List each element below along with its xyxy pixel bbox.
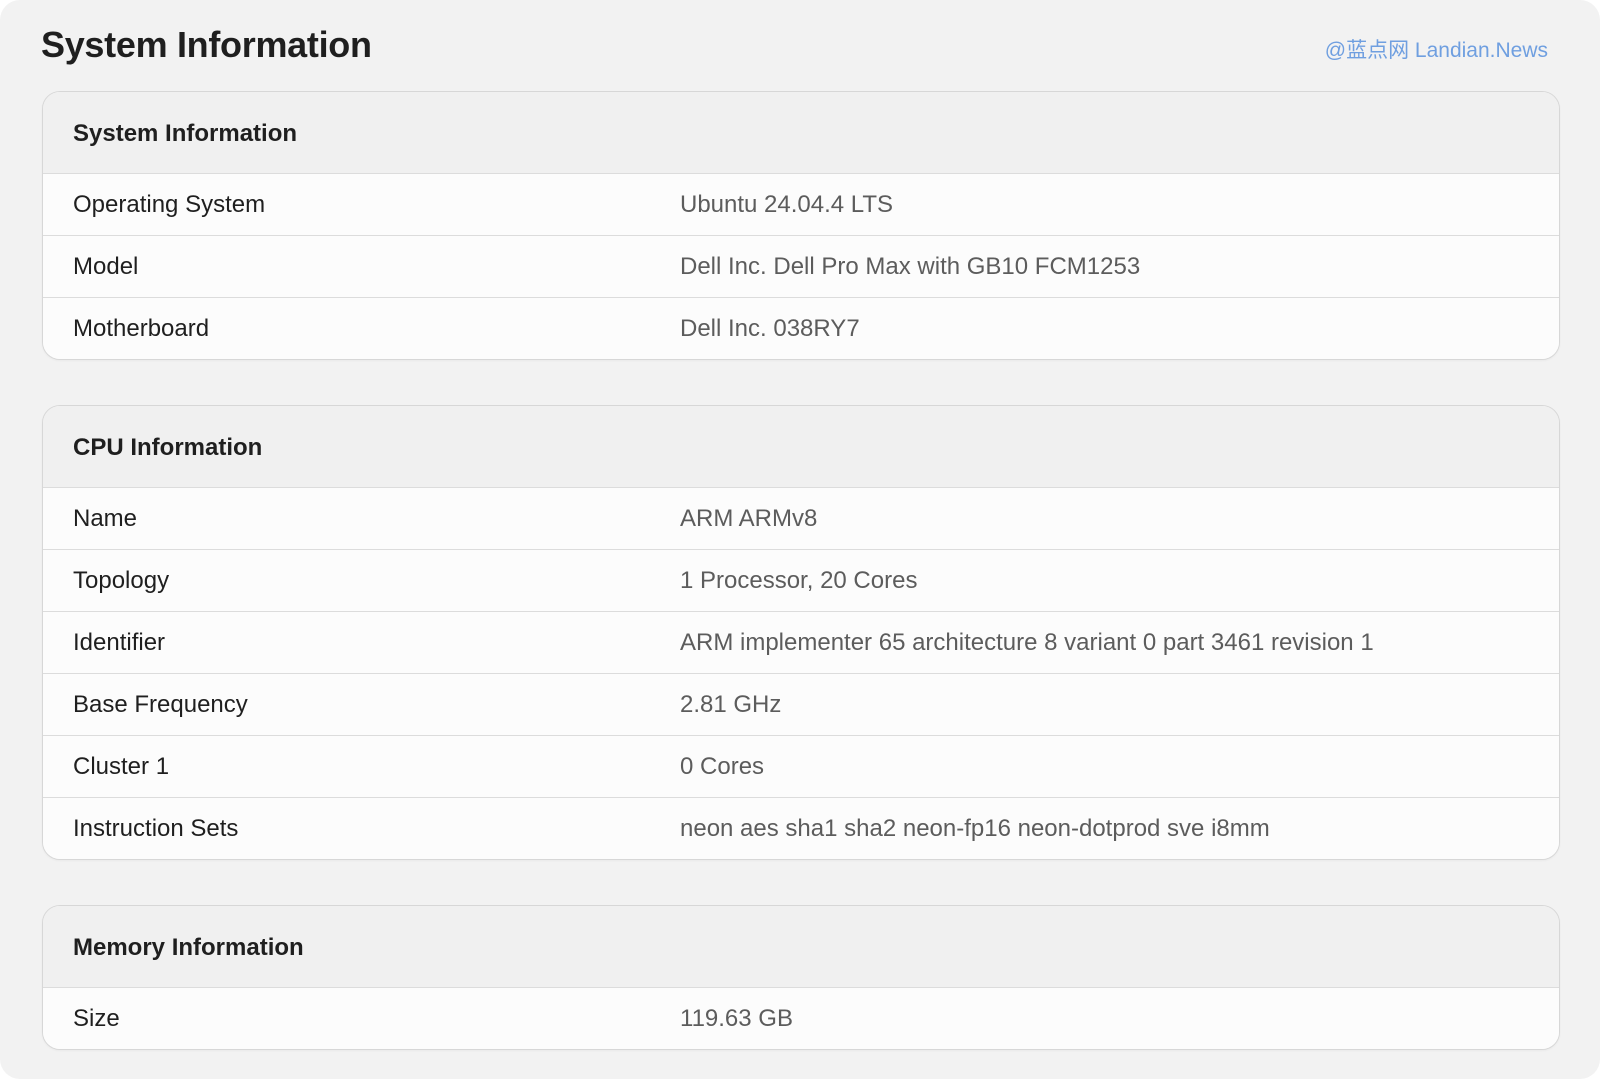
table-row: Size 119.63 GB (43, 987, 1559, 1049)
row-label: Model (73, 252, 139, 280)
row-value: 119.63 GB (680, 1004, 793, 1032)
cpu-information-card: CPU Information Name ARM ARMv8 Topology … (42, 405, 1560, 860)
table-row: Identifier ARM implementer 65 architectu… (43, 611, 1559, 673)
system-information-card: System Information Operating System Ubun… (42, 91, 1560, 360)
table-row: Cluster 1 0 Cores (43, 735, 1559, 797)
row-value: neon aes sha1 sha2 neon-fp16 neon-dotpro… (680, 814, 1270, 842)
row-value: ARM ARMv8 (680, 504, 818, 532)
row-label: Name (73, 504, 138, 532)
table-row: Motherboard Dell Inc. 038RY7 (43, 297, 1559, 359)
row-label: Cluster 1 (73, 752, 170, 780)
table-row: Name ARM ARMv8 (43, 487, 1559, 549)
system-info-page: System Information @蓝点网 Landian.News Sys… (0, 0, 1600, 1079)
table-row: Operating System Ubuntu 24.04.4 LTS (43, 173, 1559, 235)
row-label: Motherboard (73, 314, 210, 342)
memory-information-card: Memory Information Size 119.63 GB (42, 905, 1560, 1050)
card-header: Memory Information (43, 906, 1559, 987)
row-label: Topology (73, 566, 170, 594)
row-value: 0 Cores (680, 752, 765, 780)
page-title: System Information (41, 24, 372, 65)
row-label: Instruction Sets (73, 814, 239, 842)
row-label: Operating System (73, 190, 266, 218)
row-value: 2.81 GHz (680, 690, 782, 718)
row-value: Dell Inc. 038RY7 (680, 314, 860, 342)
row-value: 1 Processor, 20 Cores (680, 566, 918, 594)
card-header: CPU Information (43, 406, 1559, 487)
row-value: Ubuntu 24.04.4 LTS (680, 190, 894, 218)
page-header: System Information @蓝点网 Landian.News (41, 20, 1560, 72)
row-label: Size (73, 1004, 120, 1032)
row-value: Dell Inc. Dell Pro Max with GB10 FCM1253 (680, 252, 1141, 280)
row-label: Base Frequency (73, 690, 248, 718)
watermark: @蓝点网 Landian.News (1324, 39, 1548, 62)
table-row: Instruction Sets neon aes sha1 sha2 neon… (43, 797, 1559, 859)
table-row: Topology 1 Processor, 20 Cores (43, 549, 1559, 611)
table-row: Base Frequency 2.81 GHz (43, 673, 1559, 735)
table-row: Model Dell Inc. Dell Pro Max with GB10 F… (43, 235, 1559, 297)
row-value: ARM implementer 65 architecture 8 varian… (680, 628, 1374, 656)
card-header: System Information (43, 92, 1559, 173)
row-label: Identifier (73, 628, 166, 656)
